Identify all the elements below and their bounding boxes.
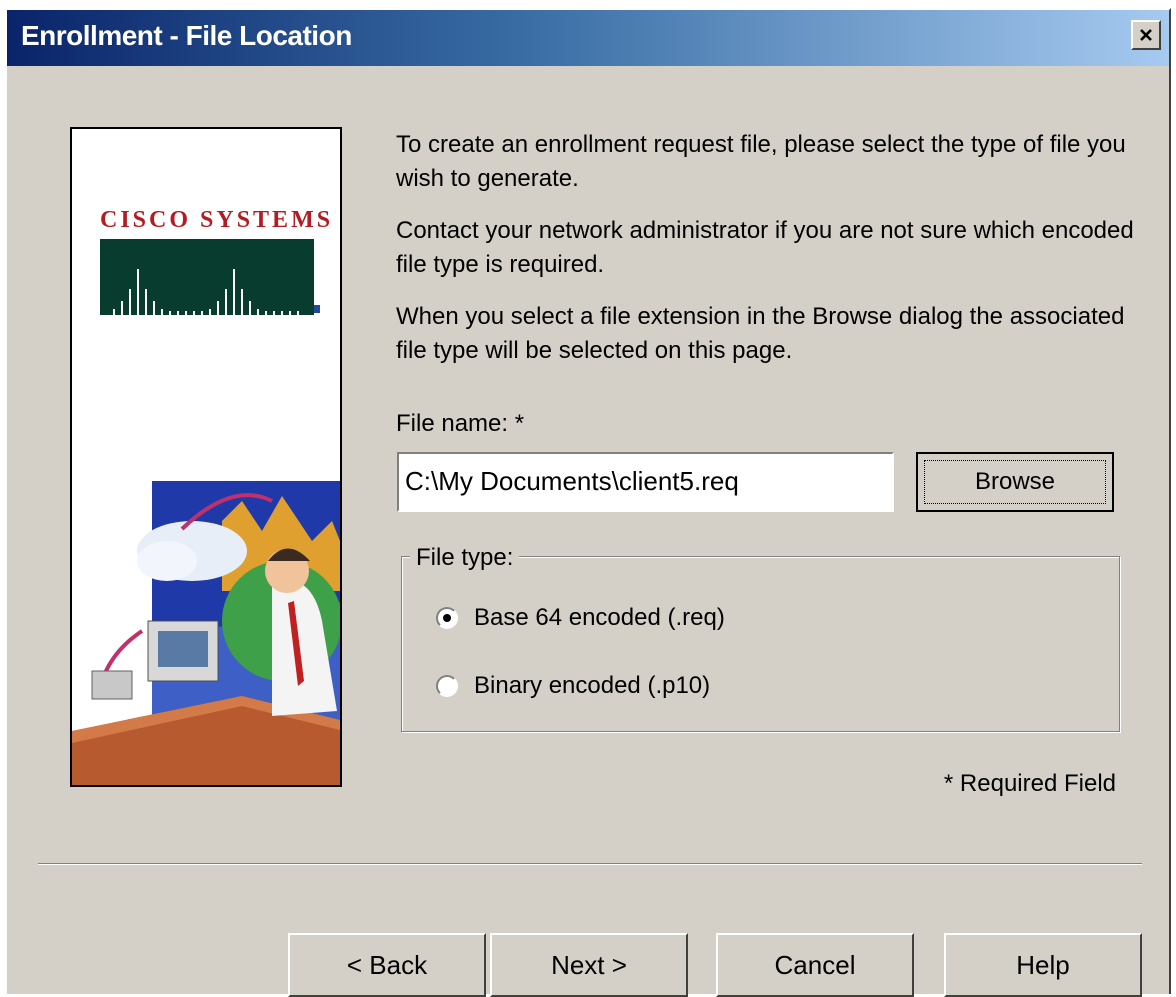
instruction-text-2: Contact your network administrator if yo… [396,217,1134,278]
back-button[interactable]: < Back [288,933,486,997]
radio-base64[interactable]: Base 64 encoded (.req) [436,604,725,632]
side-image-panel: CISCO SYSTEMS [70,127,342,787]
next-button[interactable]: Next > [490,933,688,997]
browse-label: Browse [924,460,1106,504]
browse-button[interactable]: Browse [916,452,1114,512]
radio-base64-label: Base 64 encoded (.req) [474,604,725,631]
close-icon [1140,29,1152,41]
radio-binary[interactable]: Binary encoded (.p10) [436,672,710,700]
file-name-label: File name: * [396,410,525,437]
help-button[interactable]: Help [944,933,1142,997]
dialog-title: Enrollment - File Location [21,20,352,51]
radio-binary-indicator[interactable] [436,675,458,697]
instruction-text-3: When you select a file extension in the … [396,303,1125,364]
radio-base64-indicator[interactable] [436,607,458,629]
cisco-logo-text: CISCO SYSTEMS [100,207,334,233]
file-name-input[interactable]: C:\My Documents\client5.req [397,452,894,512]
instruction-text-1: To create an enrollment request file, pl… [396,131,1126,192]
file-type-label: File type: [410,544,520,572]
radio-binary-label: Binary encoded (.p10) [474,672,711,699]
cancel-button[interactable]: Cancel [716,933,914,997]
cisco-logo-bridge-icon [100,239,320,315]
title-bar: Enrollment - File Location [7,10,1169,66]
required-field-note: * Required Field [943,770,1116,797]
separator-line [38,863,1142,865]
network-user-illustration [72,481,340,785]
file-type-group [401,556,1120,732]
close-button[interactable] [1131,20,1161,50]
